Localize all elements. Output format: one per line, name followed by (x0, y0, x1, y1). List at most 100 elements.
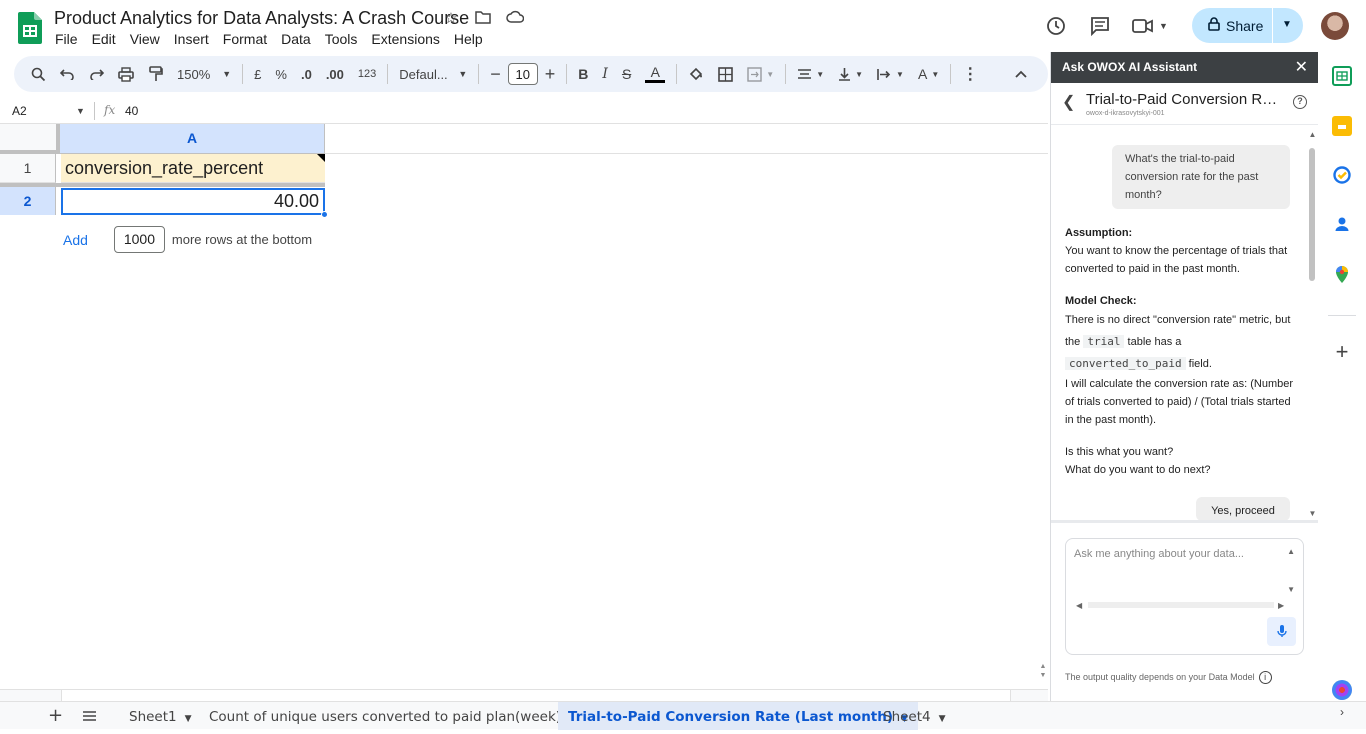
all-sheets-icon[interactable] (82, 702, 97, 730)
get-addons-icon[interactable]: + (1332, 341, 1352, 363)
star-icon[interactable]: ☆ (442, 10, 460, 28)
followup-question: Is this what you want? (1065, 446, 1174, 458)
font-select[interactable]: Defaul... ▼ (392, 60, 474, 88)
cell-a1-value: conversion_rate_percent (65, 158, 264, 178)
menu-data[interactable]: Data (281, 31, 311, 47)
microphone-icon[interactable] (1267, 617, 1296, 646)
keep-icon[interactable] (1332, 116, 1352, 136)
sheet-tab-4[interactable]: Sheet4 ▼ (872, 702, 957, 730)
column-header-a[interactable]: A (60, 124, 325, 154)
increase-decimal-button[interactable]: .00 (319, 60, 351, 88)
horizontal-scrollbar[interactable] (0, 689, 1048, 701)
decrease-decimal-button[interactable]: .0 (294, 60, 319, 88)
format-currency-button[interactable]: £ (247, 60, 268, 88)
contacts-icon[interactable] (1332, 214, 1352, 234)
info-icon[interactable]: i (1258, 671, 1272, 684)
cloud-status-icon[interactable] (506, 10, 525, 28)
share-button[interactable]: Share ▼ (1192, 8, 1303, 43)
model-check-line2: table has a (1127, 336, 1182, 348)
menu-file[interactable]: File (55, 31, 78, 47)
gemini-addon-icon[interactable] (1332, 680, 1352, 700)
chat-scrollbar[interactable]: ▲ ▼ (1307, 126, 1318, 518)
share-dropdown-icon[interactable]: ▼ (1282, 19, 1292, 30)
zoom-select[interactable]: 150% ▼ (170, 60, 238, 88)
model-check-formula: I will calculate the conversion rate as:… (1065, 378, 1294, 426)
row-header-1[interactable]: 1 (0, 154, 56, 183)
move-folder-icon[interactable] (474, 10, 492, 28)
horizontal-align-icon[interactable]: ▼ (790, 60, 831, 88)
text-color-button[interactable]: A (638, 60, 672, 88)
search-menus-icon[interactable] (24, 60, 53, 88)
sheet-tab-2[interactable]: Count of unique users converted to paid … (193, 702, 592, 730)
meet-icon[interactable]: ▼ (1128, 10, 1172, 42)
fill-handle[interactable] (321, 211, 328, 218)
menu-insert[interactable]: Insert (174, 31, 209, 47)
menu-view[interactable]: View (130, 31, 160, 47)
avatar[interactable] (1321, 12, 1349, 40)
ai-assistant-panel: Ask OWOX AI Assistant ✕ ❮ Trial-to-Paid … (1050, 52, 1318, 701)
redo-icon[interactable] (82, 60, 111, 88)
row-header-2[interactable]: 2 (0, 187, 56, 215)
sheet-tab-menu-icon[interactable]: ▼ (939, 714, 946, 724)
fill-color-icon[interactable] (681, 60, 711, 88)
back-arrow-icon[interactable]: ❮ (1062, 92, 1075, 112)
cell-a1[interactable]: conversion_rate_percent (61, 154, 325, 183)
name-box-dropdown-icon[interactable]: ▼ (76, 106, 85, 116)
format-percent-button[interactable]: % (268, 60, 294, 88)
strikethrough-icon[interactable]: S (615, 60, 638, 88)
maps-icon[interactable] (1332, 264, 1352, 284)
add-sheet-icon[interactable]: + (48, 702, 63, 730)
print-icon[interactable] (111, 60, 141, 88)
close-icon[interactable]: ✕ (1295, 52, 1308, 83)
vertical-scroll-arrows[interactable]: ▲ ▼ (1038, 662, 1048, 690)
chat-input[interactable]: Ask me anything about your data... ▲ ▼ ◀… (1065, 538, 1304, 655)
select-all-corner[interactable] (0, 124, 60, 154)
text-rotation-icon[interactable]: A ▼ (911, 60, 946, 88)
add-rows-button[interactable]: Add (63, 232, 88, 248)
italic-button[interactable]: I (595, 60, 615, 88)
name-box[interactable]: A2 (12, 104, 27, 118)
merge-cells-icon[interactable]: ▼ (740, 60, 781, 88)
menu-extensions[interactable]: Extensions (371, 31, 439, 47)
user-message: What's the trial-to-paid conversion rate… (1112, 145, 1290, 209)
more-options-icon[interactable]: ⋮ (955, 60, 985, 88)
document-title[interactable]: Product Analytics for Data Analysts: A C… (54, 8, 469, 29)
sheets-logo-icon[interactable] (18, 12, 42, 44)
decrease-font-size-icon[interactable]: − (483, 60, 508, 88)
cell-a2[interactable]: 40.00 (61, 188, 325, 215)
collapse-menus-icon[interactable] (1008, 60, 1034, 88)
chat-history: What's the trial-to-paid conversion rate… (1051, 126, 1307, 520)
sheet-tab-label: Sheet4 (883, 709, 931, 725)
paint-format-icon[interactable] (141, 60, 170, 88)
yes-proceed-button[interactable]: Yes, proceed (1196, 497, 1290, 520)
text-wrapping-icon[interactable]: ▼ (870, 60, 911, 88)
help-icon[interactable]: ? (1293, 95, 1307, 109)
comments-icon[interactable] (1084, 10, 1116, 42)
more-formats-button[interactable]: 123 (351, 60, 383, 88)
sheet-tab-menu-icon[interactable]: ▼ (185, 714, 192, 724)
version-history-icon[interactable] (1040, 10, 1072, 42)
undo-icon[interactable] (53, 60, 82, 88)
bold-button[interactable]: B (571, 60, 595, 88)
panel-header: Ask OWOX AI Assistant ✕ (1051, 52, 1318, 83)
borders-icon[interactable] (711, 60, 740, 88)
assumption-text: You want to know the percentage of trial… (1065, 245, 1288, 275)
sheet-tab-3[interactable]: Trial-to-Paid Conversion Rate (Last mont… (558, 702, 918, 730)
tasks-icon[interactable] (1332, 165, 1352, 185)
sheet-tab-label: Sheet1 (129, 709, 177, 725)
menu-help[interactable]: Help (454, 31, 483, 47)
vertical-align-icon[interactable]: ▼ (831, 60, 870, 88)
menu-format[interactable]: Format (223, 31, 267, 47)
increase-font-size-icon[interactable]: + (538, 60, 563, 88)
expand-rail-icon[interactable]: › (1332, 702, 1352, 722)
font-size-input[interactable]: 10 (507, 63, 538, 85)
code-trial: trial (1083, 335, 1125, 348)
menu-tools[interactable]: Tools (325, 31, 358, 47)
sheets-addon-icon[interactable] (1332, 66, 1352, 86)
fx-icon: fx (104, 103, 116, 117)
formula-input[interactable]: 40 (125, 104, 138, 118)
menu-edit[interactable]: Edit (92, 31, 116, 47)
model-check-line3: field. (1188, 358, 1212, 370)
add-rows-count-input[interactable]: 1000 (113, 226, 165, 253)
spreadsheet-grid: A 1 2 conversion_rate_percent 40.00 Add … (0, 124, 1048, 701)
